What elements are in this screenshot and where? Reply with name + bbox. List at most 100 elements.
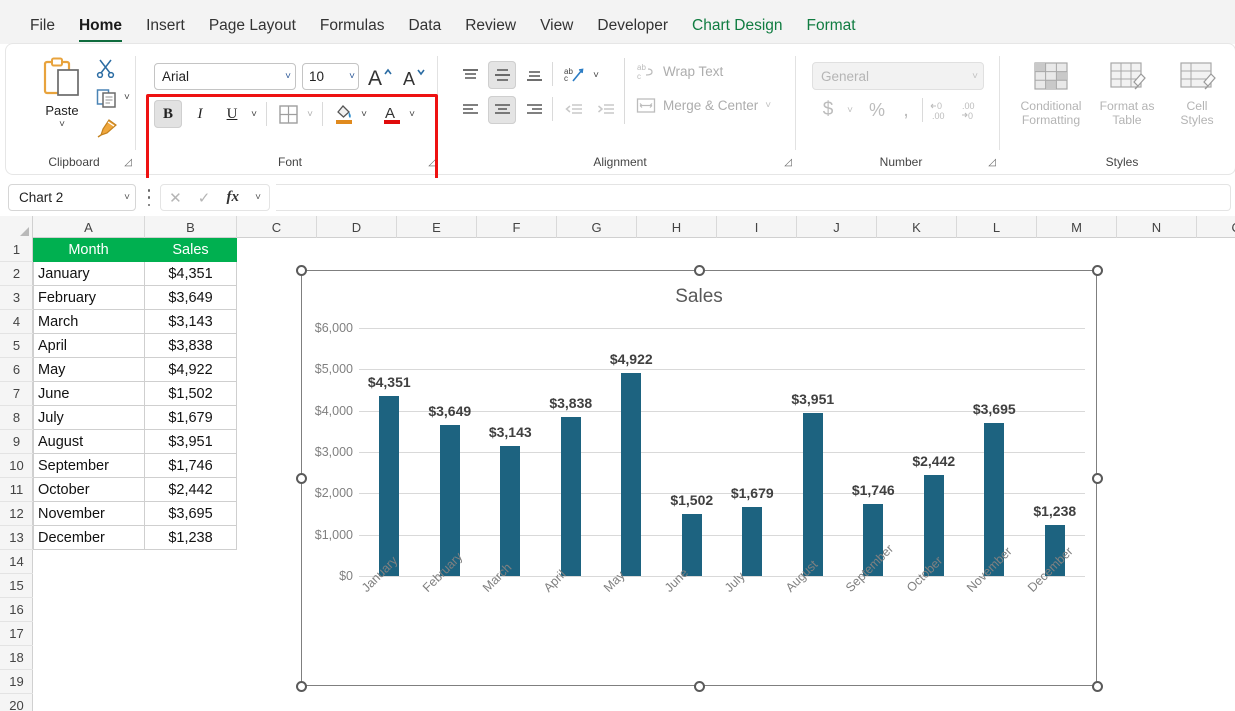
font-name-input[interactable]: Arial ˅ <box>154 63 296 90</box>
chart-bar[interactable] <box>742 506 763 576</box>
fill-color-button[interactable] <box>330 100 358 128</box>
italic-button[interactable]: I <box>186 100 214 128</box>
cell-A6[interactable]: May <box>33 358 145 382</box>
cell-B3[interactable]: $3,649 <box>145 286 237 310</box>
chart-data-label[interactable]: $3,695 <box>973 401 1016 417</box>
align-right-button[interactable] <box>520 96 548 124</box>
cut-button[interactable] <box>96 58 116 83</box>
cell-B9[interactable]: $3,951 <box>145 430 237 454</box>
cell-B10[interactable]: $1,746 <box>145 454 237 478</box>
row-header-19[interactable]: 19 <box>0 670 33 694</box>
chart-resize-handle[interactable] <box>295 680 307 692</box>
column-header-G[interactable]: G <box>557 216 637 238</box>
cell-B2[interactable]: $4,351 <box>145 262 237 286</box>
accounting-format-button[interactable]: $ <box>816 96 840 124</box>
cell-A9[interactable]: August <box>33 430 145 454</box>
clipboard-dialog-launcher[interactable]: ◿ <box>124 157 132 168</box>
cell-B11[interactable]: $2,442 <box>145 478 237 502</box>
chevron-down-icon[interactable]: ˅ <box>972 71 978 82</box>
number-format-select[interactable]: General ˅ <box>812 62 984 90</box>
cell-A4[interactable]: March <box>33 310 145 334</box>
chart-resize-handle[interactable] <box>693 264 705 276</box>
chart-data-label[interactable]: $1,502 <box>670 492 713 508</box>
chart-object[interactable]: Sales $0 $1,000 $2,000 $3,000 $4,000 $5,000 $6… <box>295 264 1103 692</box>
column-header-C[interactable]: C <box>237 216 317 238</box>
row-header-18[interactable]: 18 <box>0 646 33 670</box>
paste-button[interactable]: Paste ˅ <box>34 56 90 152</box>
decrease-decimal-button[interactable]: .00 0 <box>960 98 984 127</box>
font-color-chevron-down-icon[interactable]: ˅ <box>404 100 420 128</box>
decrease-font-size-button[interactable]: A <box>400 64 428 90</box>
cell-A7[interactable]: June <box>33 382 145 406</box>
format-painter-button[interactable] <box>96 118 118 143</box>
borders-chevron-down-icon[interactable]: ˅ <box>302 100 318 128</box>
column-header-L[interactable]: L <box>957 216 1037 238</box>
name-box[interactable]: Chart 2 ˅ <box>8 184 136 211</box>
fill-color-chevron-down-icon[interactable]: ˅ <box>356 100 372 128</box>
font-color-button[interactable]: A <box>378 100 406 128</box>
insert-function-icon[interactable]: fx <box>226 189 239 206</box>
column-header-D[interactable]: D <box>317 216 397 238</box>
row-header-8[interactable]: 8 <box>0 406 33 430</box>
row-header-9[interactable]: 9 <box>0 430 33 454</box>
chart-resize-handle[interactable] <box>295 264 307 276</box>
accounting-chevron-down-icon[interactable]: ˅ <box>842 96 858 124</box>
column-header-N[interactable]: N <box>1117 216 1197 238</box>
row-header-3[interactable]: 3 <box>0 286 33 310</box>
cell-styles-button[interactable]: Cell Styles <box>1160 56 1234 152</box>
row-header-11[interactable]: 11 <box>0 478 33 502</box>
underline-chevron-down-icon[interactable]: ˅ <box>246 100 262 128</box>
font-size-input[interactable]: 10 ˅ <box>302 63 359 90</box>
number-dialog-launcher[interactable]: ◿ <box>988 157 996 168</box>
row-header-17[interactable]: 17 <box>0 622 33 646</box>
cell-A11[interactable]: October <box>33 478 145 502</box>
copy-chevron-down-icon[interactable]: ˅ <box>124 92 130 103</box>
borders-button[interactable] <box>274 100 302 128</box>
align-middle-button[interactable] <box>488 61 516 89</box>
chart-resize-handle[interactable] <box>1091 264 1103 276</box>
orientation-chevron-down-icon[interactable]: ˅ <box>588 61 604 89</box>
increase-font-size-button[interactable]: A <box>366 64 394 90</box>
merge-center-button[interactable]: Merge & Center ˅ <box>636 96 771 115</box>
chart-bar[interactable] <box>681 513 702 576</box>
row-header-1[interactable]: 1 <box>0 238 33 262</box>
column-header-E[interactable]: E <box>397 216 477 238</box>
enter-check-icon[interactable]: ✓ <box>198 189 211 207</box>
merge-chevron-down-icon[interactable]: ˅ <box>765 100 771 111</box>
row-header-15[interactable]: 15 <box>0 574 33 598</box>
row-header-5[interactable]: 5 <box>0 334 33 358</box>
cell-B4[interactable]: $3,143 <box>145 310 237 334</box>
column-header-I[interactable]: I <box>717 216 797 238</box>
name-box-resize-handle[interactable] <box>145 189 153 206</box>
column-header-O[interactable]: O <box>1197 216 1235 238</box>
chart-data-label[interactable]: $3,838 <box>549 395 592 411</box>
chevron-down-icon[interactable]: ˅ <box>285 71 291 82</box>
chart-data-label[interactable]: $1,746 <box>852 482 895 498</box>
row-header-20[interactable]: 20 <box>0 694 33 711</box>
formula-chevron-down-icon[interactable]: ˅ <box>255 192 261 203</box>
column-header-A[interactable]: A <box>33 216 145 238</box>
cell-A2[interactable]: January <box>33 262 145 286</box>
increase-decimal-button[interactable]: 0 .00 <box>930 98 954 127</box>
cell-A10[interactable]: September <box>33 454 145 478</box>
cell-B6[interactable]: $4,922 <box>145 358 237 382</box>
cell-B7[interactable]: $1,502 <box>145 382 237 406</box>
chart-data-label[interactable]: $4,922 <box>610 351 653 367</box>
chart-data-label[interactable]: $1,679 <box>731 485 774 501</box>
tab-developer[interactable]: Developer <box>585 17 680 44</box>
bold-button[interactable]: B <box>154 100 182 128</box>
alignment-dialog-launcher[interactable]: ◿ <box>784 157 792 168</box>
row-header-16[interactable]: 16 <box>0 598 33 622</box>
chart-resize-handle[interactable] <box>1091 680 1103 692</box>
column-header-B[interactable]: B <box>145 216 237 238</box>
chart-data-label[interactable]: $3,951 <box>791 391 834 407</box>
percent-format-button[interactable]: % <box>864 96 890 124</box>
wrap-text-button[interactable]: ab c Wrap Text <box>636 62 723 81</box>
chart-bar[interactable] <box>500 446 521 576</box>
comma-format-button[interactable]: , <box>894 96 918 124</box>
tab-view[interactable]: View <box>528 17 585 44</box>
formula-input[interactable] <box>276 184 1231 211</box>
tab-chart-design[interactable]: Chart Design <box>680 17 794 44</box>
row-header-13[interactable]: 13 <box>0 526 33 550</box>
tab-page-layout[interactable]: Page Layout <box>197 17 308 44</box>
